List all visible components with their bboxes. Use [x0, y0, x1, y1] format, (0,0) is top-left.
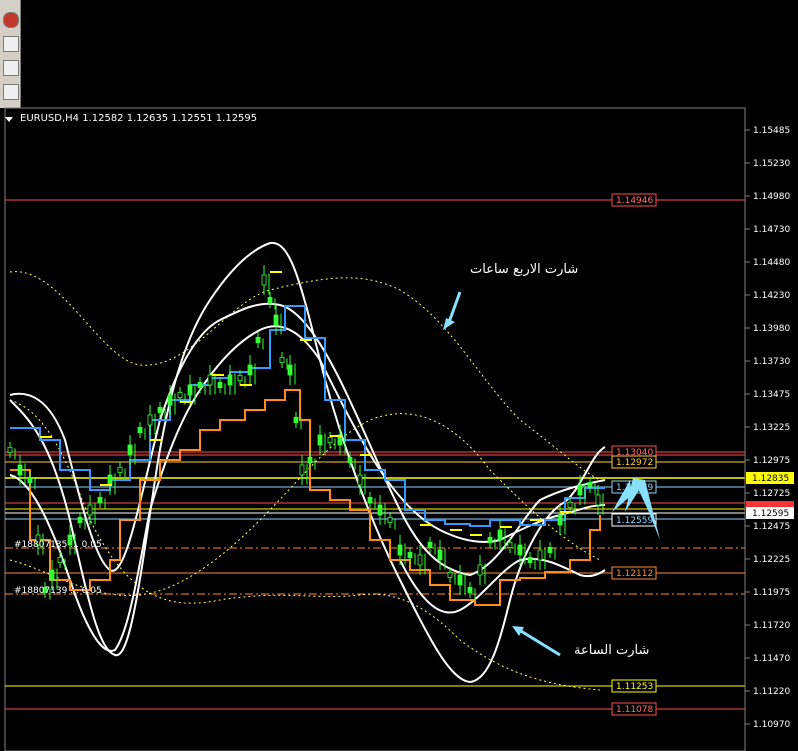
price-tick-label: 1.13475 [753, 390, 790, 400]
candle-body [27, 476, 33, 484]
candle-body [517, 544, 523, 556]
price-tick-label: 1.14730 [753, 225, 790, 235]
candle-body [147, 414, 153, 426]
candle-body [167, 394, 173, 406]
candle-body [293, 416, 299, 424]
candle-body [557, 514, 563, 526]
price-tick-label: 1.13980 [753, 324, 790, 334]
price-tag-red [746, 501, 794, 507]
price-tick-label: 1.14230 [753, 291, 790, 301]
candle-body [299, 464, 305, 476]
candle-body [387, 516, 393, 524]
candle-body [467, 586, 473, 594]
candle-body [137, 426, 143, 434]
current-price-yellow-text: 1.12835 [752, 474, 789, 484]
candle-body [567, 501, 573, 509]
candle-body [537, 549, 543, 561]
candle-body [127, 444, 133, 456]
price-tick-label: 1.15230 [753, 159, 790, 169]
price-tick-label: 1.15485 [753, 126, 790, 136]
candle-body [527, 556, 533, 564]
candle-body [261, 274, 267, 286]
candle-body [497, 529, 503, 541]
price-tick-label: 1.10970 [753, 720, 790, 730]
candle-body [367, 496, 373, 504]
candle-body [77, 516, 83, 524]
candle-body [427, 541, 433, 549]
candle-body [547, 546, 553, 554]
candle-body [177, 391, 183, 399]
price-tick-label: 1.11720 [753, 621, 790, 631]
candle-body [507, 541, 513, 549]
order-label-1[interactable]: #18807135 ... 0.05 [14, 540, 102, 550]
candle-body [117, 466, 123, 474]
candle-body [279, 356, 285, 364]
candle-body [237, 374, 243, 382]
current-price-white-text: 1.12595 [752, 509, 789, 519]
price-tick-label: 1.13225 [753, 423, 790, 433]
level-label-8: 1.11078 [616, 705, 653, 715]
candle-body [437, 549, 443, 561]
candle-body [347, 456, 353, 464]
candle-body [157, 406, 163, 414]
chart-symbol-info: EURUSD,H4 1.12582 1.12635 1.12551 1.1259… [5, 112, 257, 126]
annotation-4h-chart: شارت الاربع ساعات [470, 262, 579, 277]
candle-body [457, 574, 463, 586]
price-tick-label: 1.12225 [753, 555, 790, 565]
candle-body [197, 381, 203, 389]
candle-body [17, 464, 23, 476]
candle-body [255, 336, 261, 344]
candle-body [57, 556, 63, 564]
candle-body [477, 564, 483, 576]
candle-body [217, 381, 223, 389]
level-label-6: 1.12112 [616, 569, 653, 579]
candle-body [587, 481, 593, 489]
candle-body [267, 296, 273, 304]
candle-body [87, 504, 93, 516]
annotation-1h-chart: شارت الساعة [574, 643, 650, 658]
candle-body [49, 569, 55, 581]
price-tick-label: 1.12725 [753, 489, 790, 499]
candle-body [317, 434, 323, 446]
price-axis: 1.15485 1.15230 1.14980 1.14730 1.14480 1.142… [744, 108, 790, 751]
candle-body [287, 364, 293, 376]
candle-body [327, 436, 333, 444]
candle-body [417, 554, 423, 566]
candle-body [227, 374, 233, 386]
arrow-1h [515, 626, 561, 657]
candle-body [7, 446, 13, 454]
candle-body [107, 474, 113, 486]
candle-body [407, 551, 413, 559]
candle-body [487, 536, 493, 544]
candle-body [307, 456, 313, 464]
price-tick-label: 1.13730 [753, 357, 790, 367]
level-label-7: 1.11253 [616, 682, 653, 692]
symbol-info-text: EURUSD,H4 1.12582 1.12635 1.12551 1.1259… [20, 113, 258, 124]
price-tick-label: 1.12475 [753, 522, 790, 532]
price-tick-label: 1.11975 [753, 588, 790, 598]
candle-body [273, 314, 279, 326]
level-label-1: 1.14946 [616, 196, 653, 206]
price-tick-label: 1.14980 [753, 192, 790, 202]
candle-body [577, 484, 583, 496]
level-label-5: 1.12559 [616, 516, 653, 526]
chart-menu-triangle-icon[interactable] [5, 116, 13, 122]
candle-body [595, 494, 601, 506]
price-tick-label: 1.11470 [753, 654, 790, 664]
candle-body [357, 474, 363, 486]
candle-body [187, 384, 193, 396]
order-label-2[interactable]: #18807139 ... 0.05 [14, 586, 102, 596]
candle-body [447, 571, 453, 579]
candle-body [97, 496, 103, 504]
price-tick-label: 1.11220 [753, 687, 790, 697]
price-tick-label: 1.12975 [753, 456, 790, 466]
candle-body [207, 374, 213, 386]
candle-body [247, 364, 253, 376]
candle-body [377, 504, 383, 516]
candle-body [397, 544, 403, 556]
price-tick-label: 1.14480 [753, 258, 790, 268]
level-label-3: 1.12972 [616, 458, 653, 468]
level-labels: 1.14946 1.13040 1.12972 1.12779 1.12559 … [611, 193, 657, 716]
